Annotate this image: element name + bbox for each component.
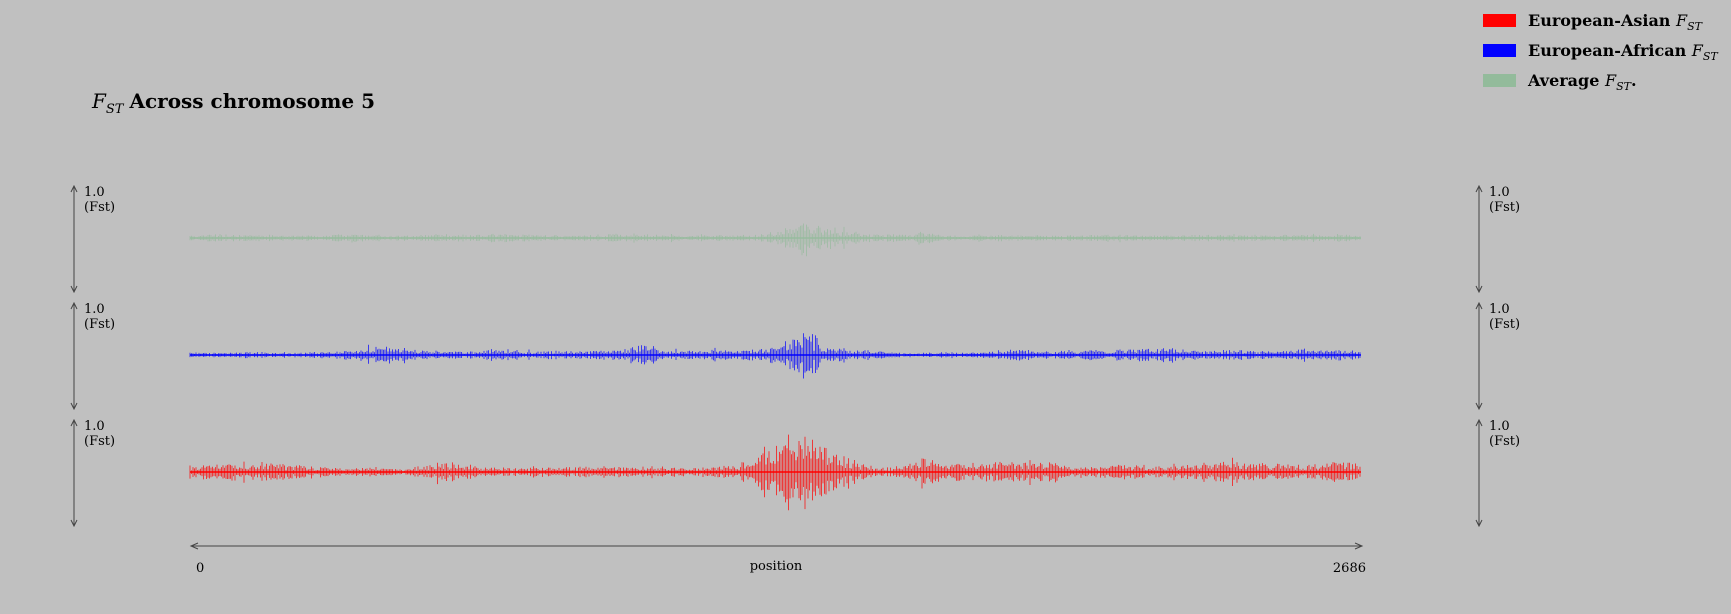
- legend-suffix-2: .: [1631, 71, 1637, 90]
- y-unit-label-left-1: (Fst): [84, 317, 115, 332]
- title-symbol: F: [91, 89, 107, 113]
- legend-swatch-2: [1483, 74, 1516, 87]
- legend-label-text-1: European-African: [1528, 41, 1692, 60]
- y-unit-label-left-2: (Fst): [84, 434, 115, 449]
- y-unit-label-right-2: (Fst): [1489, 434, 1520, 449]
- legend-label-1: European-African FST: [1528, 41, 1719, 63]
- legend-symbol-sub-0: ST: [1687, 20, 1704, 33]
- track-average: [189, 223, 1361, 257]
- legend-symbol-0: F: [1675, 11, 1688, 30]
- legend-label-text-2: Average: [1527, 71, 1605, 90]
- y-max-label-right-1: 1.0: [1489, 302, 1510, 317]
- legend-label-0: European-Asian FST: [1528, 11, 1704, 33]
- legend-label-text-0: European-Asian: [1528, 11, 1676, 30]
- legend: European-Asian FSTEuropean-African FSTAv…: [1483, 11, 1719, 93]
- chart-title: FST Across chromosome 5: [91, 89, 375, 117]
- legend-swatch-0: [1483, 14, 1516, 27]
- legend-label-2: Average FST.: [1527, 71, 1637, 93]
- y-unit-label-left-0: (Fst): [84, 200, 115, 215]
- x-axis-label: position: [750, 559, 803, 574]
- legend-symbol-sub-1: ST: [1703, 50, 1720, 63]
- fst-chart: FST Across chromosome 5 European-Asian FS…: [70, 11, 1719, 576]
- legend-swatch-1: [1483, 44, 1516, 57]
- x-tick-label-start: 0: [196, 561, 204, 576]
- y-unit-label-right-1: (Fst): [1489, 317, 1520, 332]
- y-max-label-left-2: 1.0: [84, 419, 105, 434]
- y-max-label-left-0: 1.0: [84, 185, 105, 200]
- track-european-african: [189, 333, 1361, 379]
- tracks: [189, 223, 1361, 511]
- x-tick-label-end: 2686: [1333, 561, 1366, 576]
- title-symbol-subscript: ST: [106, 102, 125, 117]
- y-unit-label-right-0: (Fst): [1489, 200, 1520, 215]
- legend-symbol-2: F: [1604, 71, 1617, 90]
- y-max-label-left-1: 1.0: [84, 302, 105, 317]
- x-axis: 0 position 2686: [189, 542, 1366, 576]
- track-european-asian: [189, 434, 1361, 511]
- y-max-label-right-0: 1.0: [1489, 185, 1510, 200]
- legend-symbol-1: F: [1691, 41, 1704, 60]
- y-max-label-right-2: 1.0: [1489, 419, 1510, 434]
- title-text: Across chromosome 5: [128, 89, 375, 113]
